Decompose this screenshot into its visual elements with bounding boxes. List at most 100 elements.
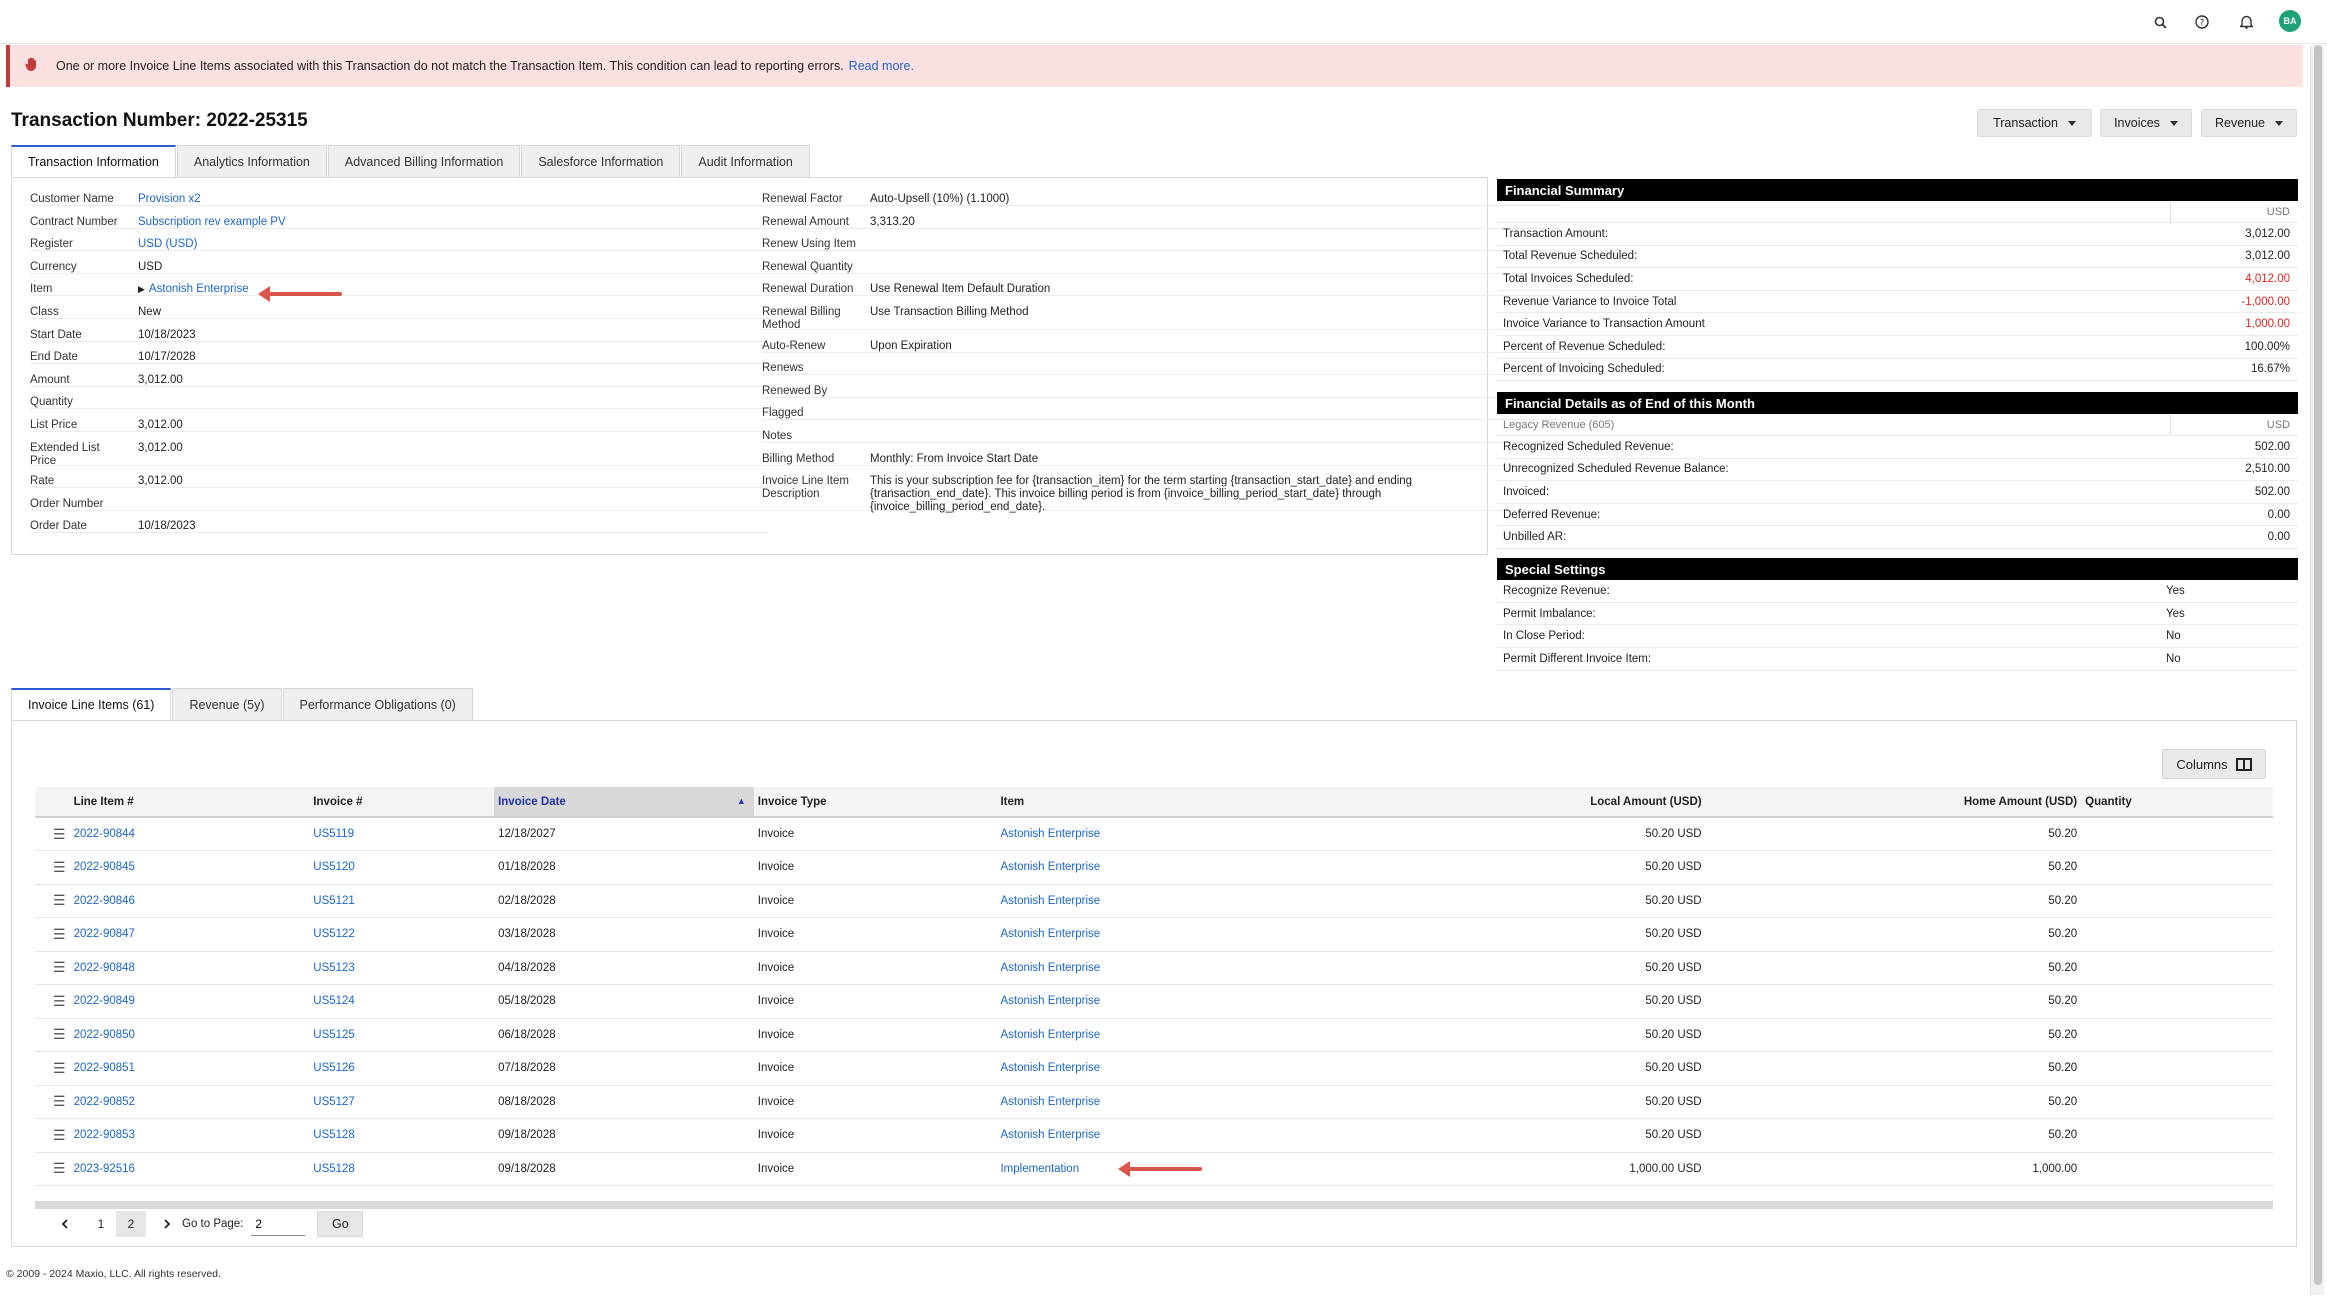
line-item-cell: 2022-90852: [69, 1085, 310, 1119]
columns-button[interactable]: Columns: [2162, 749, 2266, 779]
row-menu-icon[interactable]: ☰: [35, 1085, 70, 1119]
tab-invoice-line-items[interactable]: Invoice Line Items (61): [11, 688, 172, 720]
field-label: Currency: [30, 261, 138, 273]
invoice-link[interactable]: US5123: [313, 962, 355, 974]
row-menu-icon[interactable]: ☰: [35, 1051, 70, 1086]
tab-performance-obligations[interactable]: Performance Obligations (0): [282, 688, 473, 720]
row-menu-icon[interactable]: ☰: [35, 884, 70, 918]
tab-audit-information[interactable]: Audit Information: [681, 145, 810, 177]
line-item-link[interactable]: 2022-90845: [74, 861, 135, 873]
field-link[interactable]: Subscription rev example PV: [138, 216, 286, 228]
field-label-text: Auto-Renew: [762, 339, 826, 352]
go-button[interactable]: Go: [317, 1211, 364, 1237]
revenue-dropdown-button[interactable]: Revenue: [2201, 109, 2297, 137]
item-link[interactable]: Astonish Enterprise: [1000, 995, 1100, 1007]
search-icon[interactable]: [2151, 13, 2169, 31]
financial-label: Unrecognized Scheduled Revenue Balance:: [1503, 463, 1729, 476]
bell-icon[interactable]: [2237, 13, 2255, 31]
line-item-link[interactable]: 2022-90844: [74, 828, 135, 840]
item-link[interactable]: Implementation: [1000, 1163, 1079, 1175]
item-link[interactable]: Astonish Enterprise: [1000, 1062, 1100, 1074]
invoices-dropdown-button[interactable]: Invoices: [2100, 109, 2192, 137]
row-menu-icon[interactable]: ☰: [35, 817, 70, 851]
invoice-link[interactable]: US5126: [313, 1062, 355, 1074]
next-page-icon[interactable]: [152, 1211, 182, 1237]
invoice-link[interactable]: US5122: [313, 928, 355, 940]
read-more-link[interactable]: Read more.: [849, 59, 914, 73]
field-label: Auto-Renew: [762, 340, 870, 352]
home-amount-cell: 50.20: [1705, 951, 2082, 985]
field-link[interactable]: USD (USD): [138, 238, 197, 250]
item-link[interactable]: Astonish Enterprise: [1000, 1129, 1100, 1141]
special-settings-panel: Special Settings Recognize Revenue: Yes Pe…: [1497, 558, 2298, 671]
col-home-amount[interactable]: Home Amount (USD): [1705, 787, 2082, 818]
item-link[interactable]: Astonish Enterprise: [1000, 861, 1100, 873]
line-item-link[interactable]: 2023-92516: [74, 1163, 135, 1175]
expand-triangle-icon[interactable]: ▶: [138, 284, 145, 294]
prev-page-icon[interactable]: [50, 1211, 80, 1237]
line-item-link[interactable]: 2022-90850: [74, 1029, 135, 1041]
line-item-link[interactable]: 2022-90852: [74, 1096, 135, 1108]
field-label: Quantity: [30, 396, 138, 408]
financial-value: 502.00: [2254, 440, 2290, 453]
item-link[interactable]: Astonish Enterprise: [1000, 928, 1100, 940]
col-invoice-date[interactable]: Invoice Date ▲: [494, 787, 754, 818]
table-row: ☰ 2022-90846 US5121 02/18/2028 Invoice Astoni…: [35, 884, 2273, 918]
col-line-item[interactable]: Line Item #: [69, 787, 310, 818]
local-amount-cell: 50.20 USD: [1246, 1085, 1706, 1119]
col-item[interactable]: Item: [996, 787, 1247, 818]
row-menu-icon[interactable]: ☰: [35, 1152, 70, 1186]
item-link[interactable]: Astonish Enterprise: [1000, 1029, 1100, 1041]
line-item-link[interactable]: 2022-90851: [74, 1062, 135, 1074]
page-scrollbar[interactable]: [2310, 45, 2324, 1295]
invoice-link[interactable]: US5128: [313, 1129, 355, 1141]
col-invoice-type[interactable]: Invoice Type: [753, 787, 997, 818]
goto-page-input[interactable]: [251, 1212, 306, 1236]
col-quantity[interactable]: Quantity: [2081, 787, 2273, 818]
field-link[interactable]: Provision x2: [138, 193, 201, 205]
line-item-link[interactable]: 2022-90853: [74, 1129, 135, 1141]
field-link[interactable]: Astonish Enterprise: [149, 283, 249, 295]
field-label-text: Renews: [762, 362, 804, 375]
row-menu-icon[interactable]: ☰: [35, 951, 70, 985]
item-link[interactable]: Astonish Enterprise: [1000, 895, 1100, 907]
invoice-link[interactable]: US5128: [313, 1163, 355, 1175]
avatar[interactable]: BA: [2279, 10, 2301, 32]
transaction-dropdown-button[interactable]: Transaction: [1977, 109, 2092, 137]
invoice-link[interactable]: US5124: [313, 995, 355, 1007]
tab-analytics-information[interactable]: Analytics Information: [176, 145, 327, 177]
line-item-link[interactable]: 2022-90848: [74, 962, 135, 974]
quantity-cell: [2081, 917, 2273, 952]
warning-alert: One or more Invoice Line Items associate…: [6, 45, 2303, 87]
field-label-text: List Price: [30, 419, 78, 431]
tab-revenue[interactable]: Revenue (5y): [172, 688, 282, 720]
tab-salesforce-information[interactable]: Salesforce Information: [521, 145, 681, 177]
col-invoice[interactable]: Invoice #: [309, 787, 495, 818]
item-link[interactable]: Astonish Enterprise: [1000, 828, 1100, 840]
invoice-link[interactable]: US5127: [313, 1096, 355, 1108]
tab-transaction-information[interactable]: Transaction Information: [11, 145, 176, 177]
invoice-link[interactable]: US5120: [313, 861, 355, 873]
quantity-cell: [2081, 1018, 2273, 1052]
invoice-type-cell: Invoice: [753, 1085, 997, 1119]
page-1-button[interactable]: 1: [86, 1211, 116, 1237]
table-horizontal-scrollbar[interactable]: [35, 1201, 2273, 1209]
row-menu-icon[interactable]: ☰: [35, 1018, 70, 1052]
row-menu-icon[interactable]: ☰: [35, 917, 70, 952]
help-icon[interactable]: ?: [2193, 13, 2211, 31]
item-link[interactable]: Astonish Enterprise: [1000, 1096, 1100, 1108]
col-local-amount[interactable]: Local Amount (USD): [1246, 787, 1706, 818]
page-2-button[interactable]: 2: [116, 1211, 146, 1237]
invoice-link[interactable]: US5125: [313, 1029, 355, 1041]
line-item-link[interactable]: 2022-90846: [74, 895, 135, 907]
row-menu-icon[interactable]: ☰: [35, 1118, 70, 1153]
invoice-link[interactable]: US5121: [313, 895, 355, 907]
line-item-link[interactable]: 2022-90849: [74, 995, 135, 1007]
tab-advanced-billing-information[interactable]: Advanced Billing Information: [327, 145, 521, 177]
row-menu-icon[interactable]: ☰: [35, 984, 70, 1019]
field-label: Flagged: [762, 407, 870, 419]
row-menu-icon[interactable]: ☰: [35, 850, 70, 885]
invoice-link[interactable]: US5119: [313, 828, 354, 840]
line-item-link[interactable]: 2022-90847: [74, 928, 135, 940]
item-link[interactable]: Astonish Enterprise: [1000, 962, 1100, 974]
